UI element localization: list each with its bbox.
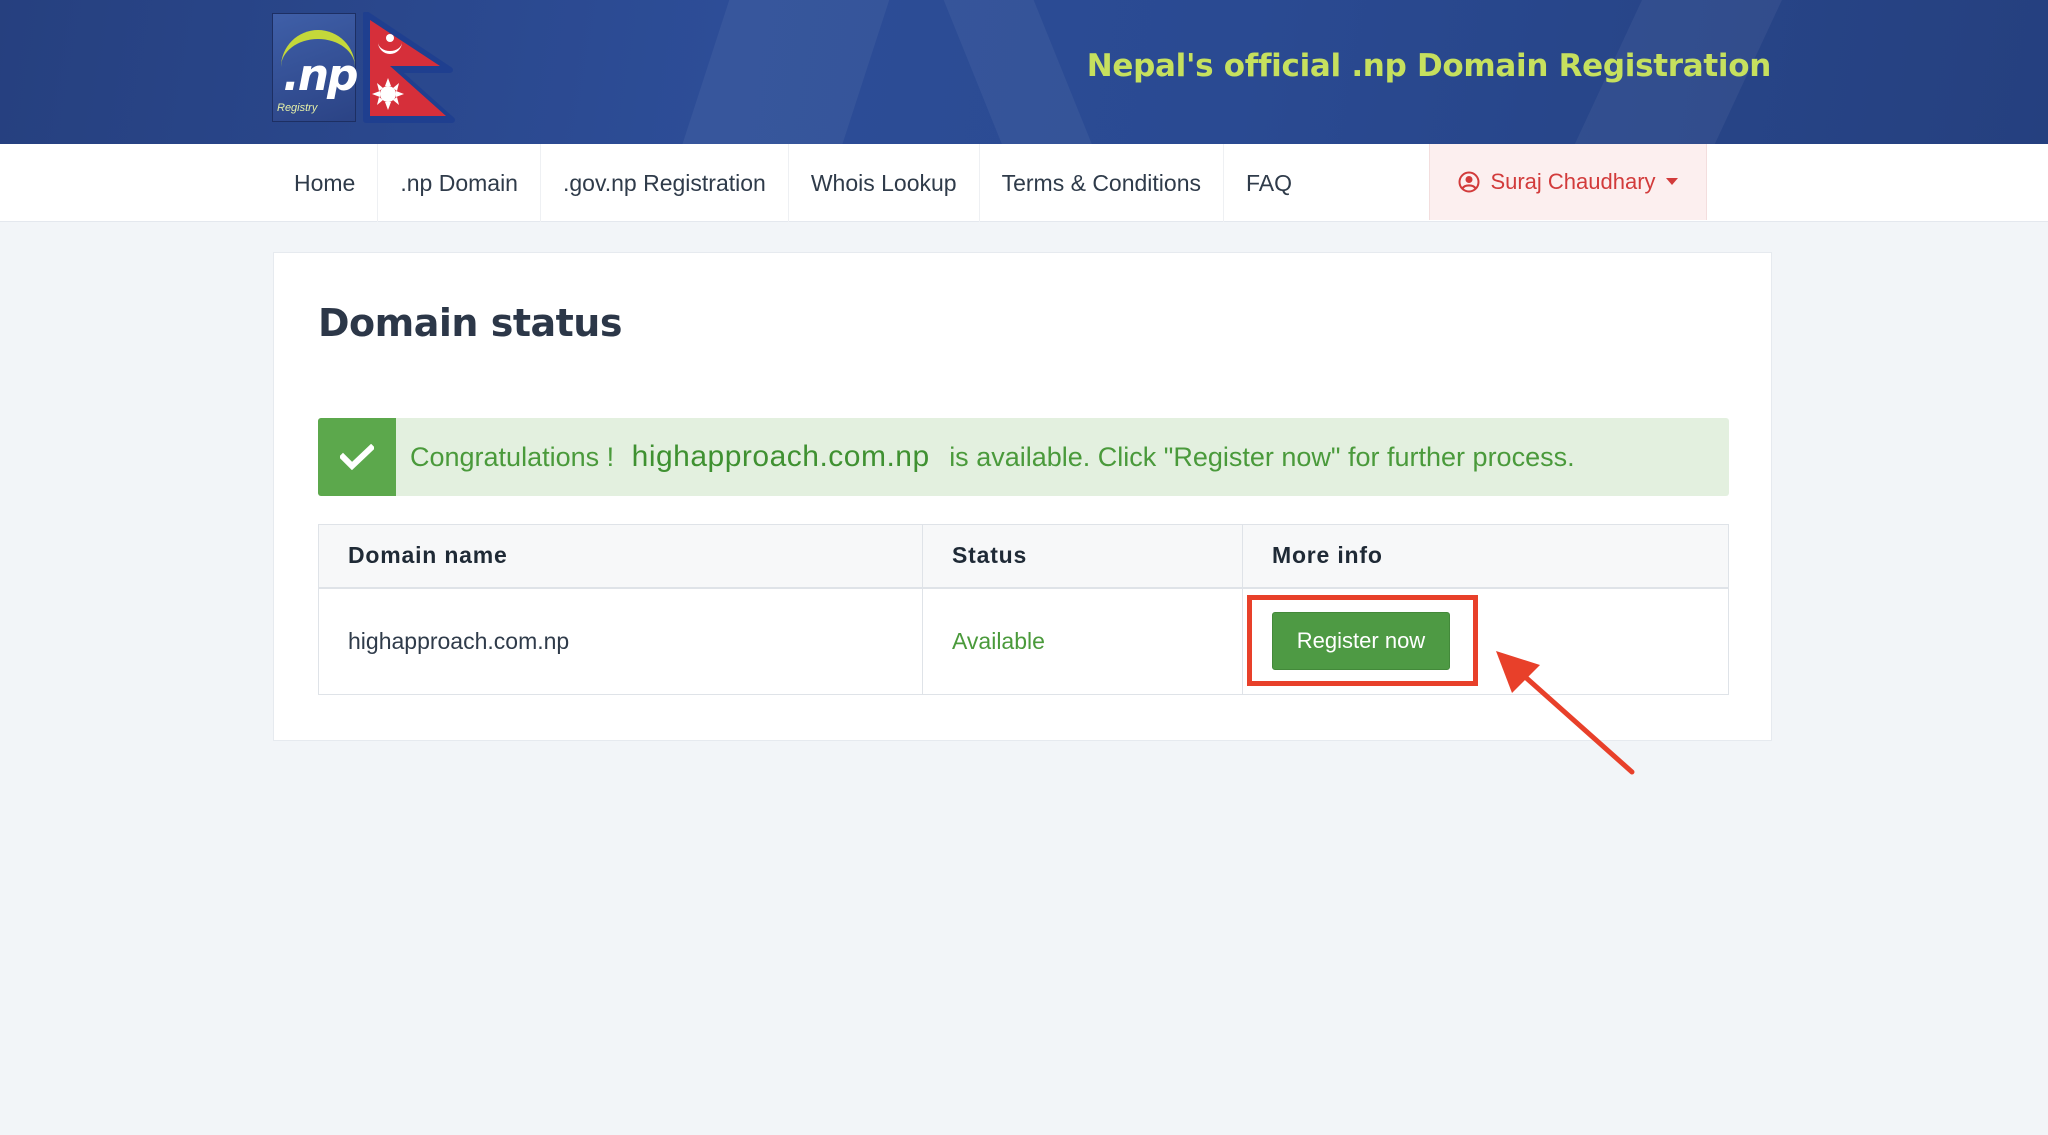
check-icon bbox=[340, 444, 374, 470]
caret-down-icon bbox=[1665, 178, 1678, 185]
user-menu-dropdown[interactable]: Suraj Chaudhary bbox=[1429, 144, 1707, 220]
nav-item-home[interactable]: Home bbox=[272, 144, 379, 222]
alert-prefix: Congratulations ! bbox=[410, 442, 615, 472]
site-title: Nepal's official .np Domain Registration bbox=[1086, 48, 1772, 84]
banner-decoration bbox=[657, 0, 903, 144]
cell-status: Available bbox=[922, 587, 1243, 695]
nepal-flag-icon bbox=[363, 12, 455, 123]
nav-item-gov-np-registration[interactable]: .gov.np Registration bbox=[541, 144, 789, 222]
nav-item-whois-lookup[interactable]: Whois Lookup bbox=[789, 144, 980, 222]
success-alert: Congratulations ! highapproach.com.np is… bbox=[318, 418, 1729, 496]
domain-status-card: Domain status Congratulations ! highappr… bbox=[273, 252, 1772, 741]
header-banner: .np Registry Nepal's official .np Domain… bbox=[0, 0, 2048, 144]
header-status: Status bbox=[922, 524, 1243, 589]
header-domain-name: Domain name bbox=[318, 524, 923, 589]
alert-message: Congratulations ! highapproach.com.np is… bbox=[396, 440, 1575, 474]
header-more-info: More info bbox=[1242, 524, 1729, 589]
register-now-button[interactable]: Register now bbox=[1272, 612, 1450, 671]
nav-item-faq[interactable]: FAQ bbox=[1224, 144, 1314, 222]
cell-domain-name: highapproach.com.np bbox=[318, 587, 923, 695]
np-registry-logo[interactable]: .np Registry bbox=[272, 13, 359, 122]
nav-item-terms-conditions[interactable]: Terms & Conditions bbox=[980, 144, 1225, 222]
user-name: Suraj Chaudhary bbox=[1490, 169, 1656, 194]
logo-text: .np bbox=[283, 50, 359, 101]
cell-more-info: Register now bbox=[1243, 588, 1729, 695]
alert-domain: highapproach.com.np bbox=[631, 440, 930, 473]
table-row: highapproach.com.np Available Register n… bbox=[318, 587, 1729, 695]
nav-list: Home .np Domain .gov.np Registration Who… bbox=[272, 144, 1314, 222]
main-navbar: Home .np Domain .gov.np Registration Who… bbox=[0, 144, 2048, 222]
domain-table: Domain name Status More info highapproac… bbox=[318, 524, 1729, 695]
alert-icon-box bbox=[318, 418, 396, 496]
page-title: Domain status bbox=[318, 301, 622, 345]
table-header-row: Domain name Status More info bbox=[318, 524, 1729, 589]
alert-suffix: is available. Click "Register now" for f… bbox=[949, 442, 1575, 472]
logo-subtext: Registry bbox=[277, 102, 318, 114]
user-circle-icon bbox=[1458, 171, 1480, 193]
nav-item-np-domain[interactable]: .np Domain bbox=[378, 144, 541, 222]
